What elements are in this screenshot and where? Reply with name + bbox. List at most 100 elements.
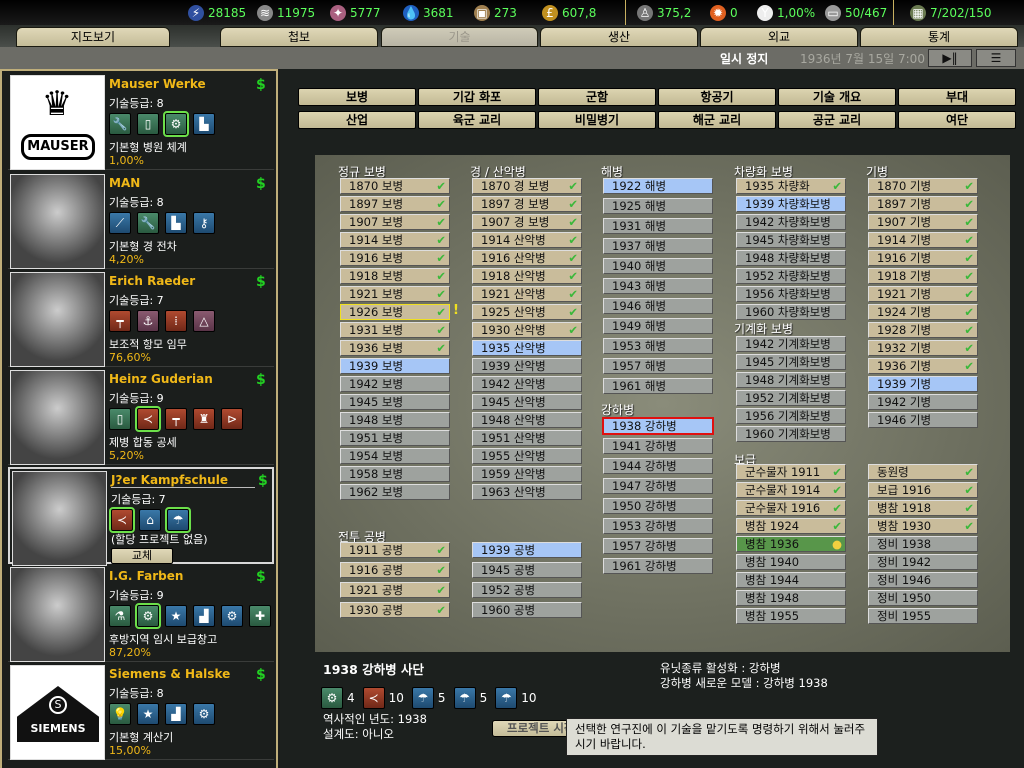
research-team-card[interactable]: MAN $ 기술등급: 8 ⟋ 🔧 ▙ ⚷ 기본형 경 전차 4,20% (8, 172, 274, 269)
tech-item[interactable]: 1942 차량화보병 (736, 214, 846, 230)
tech-item[interactable]: 1946 기병 (868, 412, 978, 428)
category-button[interactable]: 해군 교리 (658, 111, 776, 129)
tech-item[interactable]: 정비 1955 (868, 608, 978, 624)
tech-item[interactable]: 1952 기계화보병 (736, 390, 846, 406)
tech-item[interactable]: 1926 보병 ✔ (340, 304, 450, 320)
tech-item[interactable]: 정비 1938 (868, 536, 978, 552)
tab-2[interactable]: 기술 (381, 27, 538, 47)
tech-item[interactable]: 1921 산악병 ✔ (472, 286, 582, 302)
tech-item[interactable]: 1949 해병 (603, 318, 713, 334)
category-button[interactable]: 부대 (898, 88, 1016, 106)
tech-item[interactable]: 1953 해병 (603, 338, 713, 354)
tech-item[interactable]: 1957 해병 (603, 358, 713, 374)
tech-item[interactable]: 1907 경 보병 ✔ (472, 214, 582, 230)
tech-item[interactable]: 1931 보병 ✔ (340, 322, 450, 338)
category-button[interactable]: 보병 (298, 88, 416, 106)
tech-item[interactable]: 1936 보병 ✔ (340, 340, 450, 356)
resource-dissent[interactable]: Y 1,00% (757, 4, 815, 22)
menu-button[interactable]: ☰ (976, 49, 1016, 67)
resource-oil[interactable]: 💧 3681 (403, 4, 454, 22)
category-button[interactable]: 비밀병기 (538, 111, 656, 129)
tech-item[interactable]: 1921 보병 ✔ (340, 286, 450, 302)
tech-item[interactable]: 1962 보병 (340, 484, 450, 500)
tech-item[interactable]: 1941 강하병 (603, 438, 713, 454)
tech-item[interactable]: 1942 산악병 (472, 376, 582, 392)
tech-item[interactable]: 1897 경 보병 ✔ (472, 196, 582, 212)
tech-item[interactable]: 병참 1955 (736, 608, 846, 624)
category-button[interactable]: 공군 교리 (778, 111, 896, 129)
tech-item[interactable]: 1951 보병 (340, 430, 450, 446)
tech-item[interactable]: 병참 1918 ✔ (868, 500, 978, 516)
tech-item[interactable]: 1961 강하병 (603, 558, 713, 574)
tech-item[interactable]: 1921 공병 ✔ (340, 582, 450, 598)
tech-item[interactable]: 1945 보병 (340, 394, 450, 410)
tech-item[interactable]: 1945 산악병 (472, 394, 582, 410)
tech-item[interactable]: 1907 보병 ✔ (340, 214, 450, 230)
tech-item[interactable]: 1911 공병 ✔ (340, 542, 450, 558)
tech-item[interactable]: 군수물자 1916 ✔ (736, 500, 846, 516)
tech-item[interactable]: 1960 공병 (472, 602, 582, 618)
research-team-card[interactable]: SIEMENS S Siemens & Halske $ 기술등급: 8 💡 ★ ▟ ⚙ 기본형 … (8, 663, 274, 760)
tech-item[interactable]: 1925 산악병 ✔ (472, 304, 582, 320)
tech-item[interactable]: 1916 보병 ✔ (340, 250, 450, 266)
tech-item[interactable]: 1916 산악병 ✔ (472, 250, 582, 266)
tech-item[interactable]: 1948 차량화보병 (736, 250, 846, 266)
tab-1[interactable]: 첩보 (220, 27, 378, 47)
tech-item[interactable]: 병참 1944 (736, 572, 846, 588)
research-team-card[interactable]: Heinz Guderian $ 기술등급: 9 ▯ ≺ ┯ ♜ ⊳ 제병 합동 공세 5,20% (8, 368, 274, 465)
tech-item[interactable]: 1939 보병 (340, 358, 450, 374)
tech-item[interactable]: 군수물자 1911 ✔ (736, 464, 846, 480)
tech-item[interactable]: 1870 보병 ✔ (340, 178, 450, 194)
tech-item[interactable]: 1939 차량화보병 (736, 196, 846, 212)
tech-item[interactable]: 1940 해병 (603, 258, 713, 274)
tech-item[interactable]: 1939 기병 (868, 376, 978, 392)
category-button[interactable]: 산업 (298, 111, 416, 129)
research-team-card[interactable]: I.G. Farben $ 기술등급: 9 ⚗ ⚙ ★ ▟ ⚙ ✚ 후방지역 임시 보급창고 87,… (8, 565, 274, 662)
tech-item[interactable]: 1956 차량화보병 (736, 286, 846, 302)
tech-item[interactable]: 정비 1942 (868, 554, 978, 570)
tech-item[interactable]: 1918 산악병 ✔ (472, 268, 582, 284)
tech-item[interactable]: 1918 기병 ✔ (868, 268, 978, 284)
tech-item[interactable]: 1897 기병 ✔ (868, 196, 978, 212)
tech-item[interactable]: 1921 기병 ✔ (868, 286, 978, 302)
tech-item[interactable]: 1925 해병 (603, 198, 713, 214)
tech-item[interactable]: 1943 해병 (603, 278, 713, 294)
tech-item[interactable]: 1951 산악병 (472, 430, 582, 446)
tech-item[interactable]: 1897 보병 ✔ (340, 196, 450, 212)
tech-item[interactable]: 1937 해병 (603, 238, 713, 254)
resource-nuclear[interactable]: ✹ 0 (710, 4, 738, 22)
tech-item[interactable]: 보급 1916 ✔ (868, 482, 978, 498)
research-team-card[interactable]: J?er Kampfschule $ 기술등급: 7 ≺ ⌂ ☂ (할당 프로젝트 없음) 교… (8, 467, 274, 566)
category-button[interactable]: 기술 개요 (778, 88, 896, 106)
play-pause-button[interactable]: ▶‖ (928, 49, 972, 67)
tech-item[interactable]: 1944 강하병 (603, 458, 713, 474)
tech-item[interactable]: 1952 공병 (472, 582, 582, 598)
tech-item[interactable]: 1942 기병 (868, 394, 978, 410)
tech-item[interactable]: 1945 기계화보병 (736, 354, 846, 370)
tech-item[interactable]: 1939 공병 (472, 542, 582, 558)
tech-item[interactable]: 1936 기병 ✔ (868, 358, 978, 374)
tech-item[interactable]: 1961 해병 (603, 378, 713, 394)
tech-item[interactable]: 병참 1940 (736, 554, 846, 570)
tech-item[interactable]: 정비 1946 (868, 572, 978, 588)
tech-item[interactable]: 1935 차량화 ✔ (736, 178, 846, 194)
tech-item[interactable]: 1948 산악병 (472, 412, 582, 428)
tech-item[interactable]: 1948 기계화보병 (736, 372, 846, 388)
replace-button[interactable]: 교체 (111, 548, 173, 564)
tech-item[interactable]: 1945 차량화보병 (736, 232, 846, 248)
tech-item[interactable]: 병참 1948 (736, 590, 846, 606)
tech-item[interactable]: 1954 보병 (340, 448, 450, 464)
category-button[interactable]: 여단 (898, 111, 1016, 129)
tech-item[interactable]: 1928 기병 ✔ (868, 322, 978, 338)
tech-item[interactable]: 1952 차량화보병 (736, 268, 846, 284)
tech-item[interactable]: 1947 강하병 (603, 478, 713, 494)
resource-supplies[interactable]: ▣ 273 (474, 4, 517, 22)
tech-item[interactable]: 1935 산악병 (472, 340, 582, 356)
tech-item[interactable]: 1948 보병 (340, 412, 450, 428)
tech-item[interactable]: 1942 보병 (340, 376, 450, 392)
resource-rare-materials[interactable]: ✦ 5777 (330, 4, 381, 22)
tech-item[interactable]: 병참 1924 ✔ (736, 518, 846, 534)
tech-item[interactable]: 1916 공병 ✔ (340, 562, 450, 578)
research-team-card[interactable]: ♛ MAUSER Mauser Werke $ 기술등급: 8 🔧 ▯ ⚙ ▙ 기본형 병원 체계… (8, 73, 274, 170)
category-button[interactable]: 기갑 화포 (418, 88, 536, 106)
